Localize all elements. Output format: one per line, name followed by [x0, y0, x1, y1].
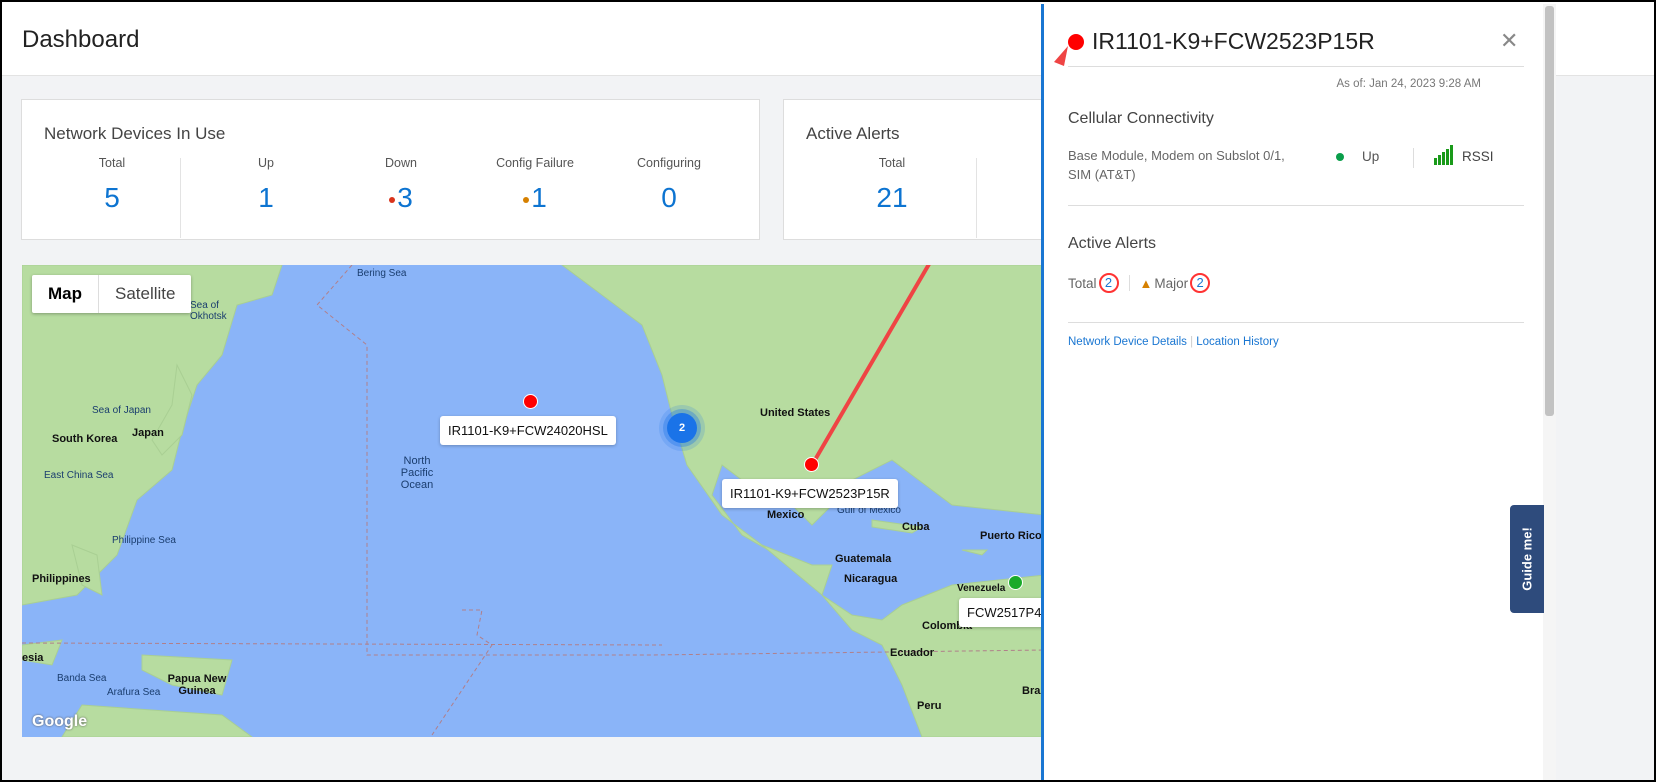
- stat-total[interactable]: Total 5: [47, 156, 177, 214]
- timestamp: As of: Jan 24, 2023 9:28 AM: [1336, 78, 1482, 90]
- cellular-status: Up: [1362, 149, 1380, 164]
- map-label: East China Sea: [44, 470, 114, 481]
- panel-title: IR1101-K9+FCW2523P15R: [1068, 28, 1375, 55]
- device-name: IR1101-K9+FCW2523P15R: [1092, 28, 1375, 54]
- central-south-america-land: [761, 544, 1045, 737]
- network-devices-card: Network Devices In Use Total 5 Up 1 Down 3 …: [21, 99, 760, 240]
- stat-configuring[interactable]: Configuring 0: [604, 156, 734, 214]
- divider: [1128, 275, 1130, 291]
- major-alerts-link[interactable]: 2: [1190, 273, 1211, 293]
- section-heading: Cellular Connectivity: [1068, 110, 1214, 127]
- map-label: Bering Sea: [357, 268, 407, 279]
- divider: [1413, 148, 1414, 168]
- down-dot-icon: [389, 196, 396, 203]
- stat-config-failure[interactable]: Config Failure 1: [470, 156, 600, 214]
- google-logo: Google: [32, 713, 88, 730]
- map-label: South Korea: [52, 433, 118, 445]
- map-label: Mexico: [767, 509, 805, 521]
- map-label: Philippine Sea: [112, 535, 176, 546]
- stat-value: 5: [104, 182, 120, 213]
- card-title: Active Alerts: [806, 124, 900, 143]
- map-label: Papua New Guinea: [167, 673, 227, 697]
- device-marker-selected[interactable]: [804, 457, 819, 472]
- total-label: Total: [1068, 275, 1097, 291]
- divider: [1068, 322, 1524, 323]
- panel-scrollbar[interactable]: [1543, 4, 1556, 780]
- map-label: Nicaragua: [844, 573, 898, 585]
- map-label: Venezuela: [957, 583, 1006, 594]
- stat-value: 1: [531, 182, 547, 213]
- alert-counts: Total 2 ▲ Major 2: [1068, 273, 1211, 293]
- total-alerts-link[interactable]: 2: [1098, 273, 1119, 293]
- device-marker[interactable]: [1008, 575, 1023, 590]
- map-view[interactable]: Bering Sea Sea of Okhotsk Sea of Japan E…: [22, 265, 1045, 737]
- divider: [180, 158, 181, 238]
- map-label: Sea of Japan: [92, 405, 151, 416]
- scrollbar-thumb[interactable]: [1545, 6, 1554, 416]
- map-label: Sea of Okhotsk: [190, 300, 227, 322]
- map-label: esia: [22, 652, 44, 664]
- signal-bars-icon: [1434, 145, 1453, 165]
- annotation-arrowhead: [1054, 46, 1068, 66]
- stat-up[interactable]: Up 1: [201, 156, 331, 214]
- guide-label: Guide me!: [1519, 527, 1535, 591]
- device-marker[interactable]: [523, 394, 538, 409]
- device-detail-panel: IR1101-K9+FCW2523P15R ✕ As of: Jan 24, 2…: [1041, 4, 1543, 780]
- location-history-link[interactable]: Location History: [1196, 336, 1278, 348]
- divider: [1068, 66, 1524, 67]
- warning-triangle-icon: ▲: [1139, 275, 1153, 291]
- card-title: Network Devices In Use: [44, 124, 226, 143]
- network-device-details-link[interactable]: Network Device Details: [1068, 336, 1187, 348]
- warning-dot-icon: [523, 196, 530, 203]
- map-label: Guatemala: [835, 553, 892, 565]
- marker-label[interactable]: FCW2517P4: [959, 598, 1045, 627]
- stat-label: Up: [258, 156, 274, 170]
- stat-value: 1: [258, 182, 274, 213]
- divider: [1068, 205, 1524, 206]
- section-heading: Active Alerts: [1068, 235, 1157, 252]
- map-label: United States: [760, 407, 831, 419]
- map-label: Japan: [132, 427, 164, 439]
- map-label: Philippines: [32, 573, 91, 585]
- major-label: Major: [1154, 275, 1189, 291]
- map-label: Cuba: [902, 521, 930, 533]
- stat-value: 21: [876, 182, 908, 213]
- stat-label: Total: [878, 156, 906, 170]
- page-title: Dashboard: [22, 26, 140, 53]
- map-button[interactable]: Map: [32, 275, 99, 313]
- panel-links: Network Device Details | Location Histor…: [1068, 336, 1279, 348]
- satellite-button[interactable]: Satellite: [99, 275, 191, 313]
- stat-label: Config Failure: [496, 156, 574, 170]
- stat-value: 0: [661, 182, 677, 213]
- map-label: Ecuador: [890, 647, 935, 659]
- rssi-label: RSSI: [1462, 149, 1494, 164]
- guide-me-button[interactable]: Guide me!: [1510, 505, 1544, 613]
- map-type-toggle: Map Satellite: [32, 275, 192, 313]
- module-info: Base Module, Modem on Subslot 0/1, SIM (…: [1068, 148, 1285, 182]
- stat-label: Down: [385, 156, 417, 170]
- close-icon[interactable]: ✕: [1500, 28, 1518, 54]
- stat-down[interactable]: Down 3: [336, 156, 466, 214]
- stat-label: Configuring: [637, 156, 701, 170]
- map-label: Banda Sea: [57, 673, 107, 684]
- map-label: Peru: [917, 700, 942, 712]
- stat-alerts-total[interactable]: Total 21: [827, 156, 957, 214]
- divider: [976, 158, 977, 238]
- marker-label[interactable]: IR1101-K9+FCW24020HSL: [440, 416, 616, 445]
- cluster-marker[interactable]: 2: [667, 413, 697, 443]
- marker-label[interactable]: IR1101-K9+FCW2523P15R: [722, 479, 898, 508]
- stat-label: Total: [98, 156, 126, 170]
- up-dot-icon: [1336, 153, 1344, 161]
- map-label: Puerto Rico: [980, 530, 1042, 542]
- map-label: North Pacific Ocean: [400, 455, 434, 491]
- map-label: Arafura Sea: [107, 687, 161, 698]
- stat-value: 3: [397, 182, 413, 213]
